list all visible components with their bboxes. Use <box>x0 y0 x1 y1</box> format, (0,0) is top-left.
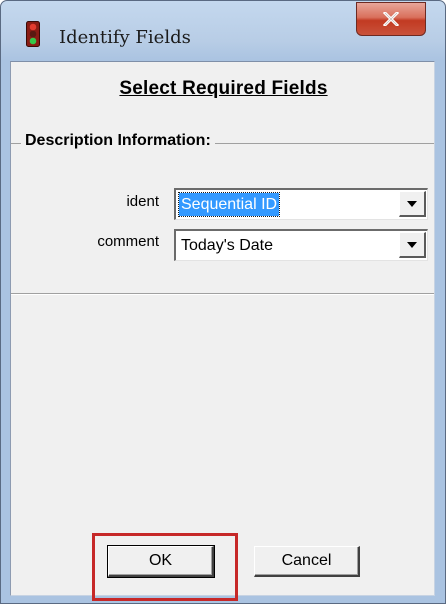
comment-value: Today's Date <box>181 237 273 254</box>
window-title: Identify Fields <box>59 27 191 48</box>
chevron-down-icon <box>407 241 417 248</box>
dialog-heading: Select Required Fields <box>119 78 328 99</box>
dialog-client-area: Select Required Fields Description Infor… <box>10 61 435 596</box>
ident-dropdown-button[interactable] <box>399 191 426 217</box>
dialog-window: Identify Fields Select Required Fields D… <box>0 0 446 604</box>
ident-label: ident <box>126 193 159 210</box>
close-button[interactable] <box>356 2 426 36</box>
ok-button[interactable]: OK <box>107 545 215 578</box>
ident-combobox[interactable]: Sequential ID <box>174 188 428 220</box>
group-title: Description Information: <box>21 132 215 150</box>
comment-combobox[interactable]: Today's Date <box>174 229 428 261</box>
chevron-down-icon <box>407 200 417 207</box>
title-bar[interactable]: Identify Fields <box>1 1 447 61</box>
ident-value: Sequential ID <box>177 192 281 217</box>
cancel-button[interactable]: Cancel <box>254 546 360 577</box>
traffic-light-icon <box>26 21 40 47</box>
comment-label: comment <box>97 233 159 250</box>
close-icon <box>383 12 399 26</box>
comment-dropdown-button[interactable] <box>399 232 426 258</box>
